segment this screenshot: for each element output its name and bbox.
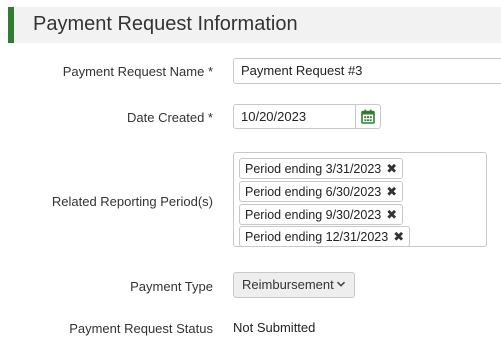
period-tag: Period ending 12/31/2023 ✖ xyxy=(239,226,411,247)
date-created-label: Date Created * xyxy=(127,110,213,125)
payment-request-name-input[interactable]: Payment Request #3 xyxy=(233,58,501,84)
date-created-value[interactable]: 10/20/2023 xyxy=(241,109,306,124)
section-title: Payment Request Information xyxy=(33,13,298,35)
period-tag: Period ending 9/30/2023 ✖ xyxy=(239,204,404,225)
period-tag-label: Period ending 6/30/2023 xyxy=(245,184,382,199)
period-tag-label: Period ending 12/31/2023 xyxy=(245,229,389,244)
payment-request-status-label: Payment Request Status xyxy=(69,321,213,336)
payment-type-label: Payment Type xyxy=(130,279,213,294)
date-created-field[interactable]: 10/20/2023 xyxy=(233,104,381,129)
payment-request-name-label: Payment Request Name * xyxy=(62,64,213,79)
close-icon[interactable]: ✖ xyxy=(386,185,397,198)
period-tag-label: Period ending 3/31/2023 xyxy=(245,161,382,176)
date-picker-button[interactable] xyxy=(355,105,380,128)
period-tag: Period ending 6/30/2023 ✖ xyxy=(239,181,404,202)
chevron-down-icon xyxy=(336,281,346,287)
close-icon[interactable]: ✖ xyxy=(386,208,397,221)
section-header: Payment Request Information xyxy=(8,7,501,43)
payment-type-select[interactable]: Reimbursement xyxy=(233,272,355,298)
payment-type-selected: Reimbursement xyxy=(242,277,334,292)
related-reporting-periods-label: Related Reporting Period(s) xyxy=(51,194,213,209)
calendar-icon xyxy=(361,109,375,124)
related-reporting-periods-multiselect[interactable]: Period ending 3/31/2023 ✖ Period ending … xyxy=(233,152,487,247)
period-tag: Period ending 3/31/2023 ✖ xyxy=(239,158,404,179)
period-tag-label: Period ending 9/30/2023 xyxy=(245,207,382,222)
close-icon[interactable]: ✖ xyxy=(386,162,397,175)
payment-request-status-value: Not Submitted xyxy=(233,320,316,335)
close-icon[interactable]: ✖ xyxy=(393,230,404,243)
